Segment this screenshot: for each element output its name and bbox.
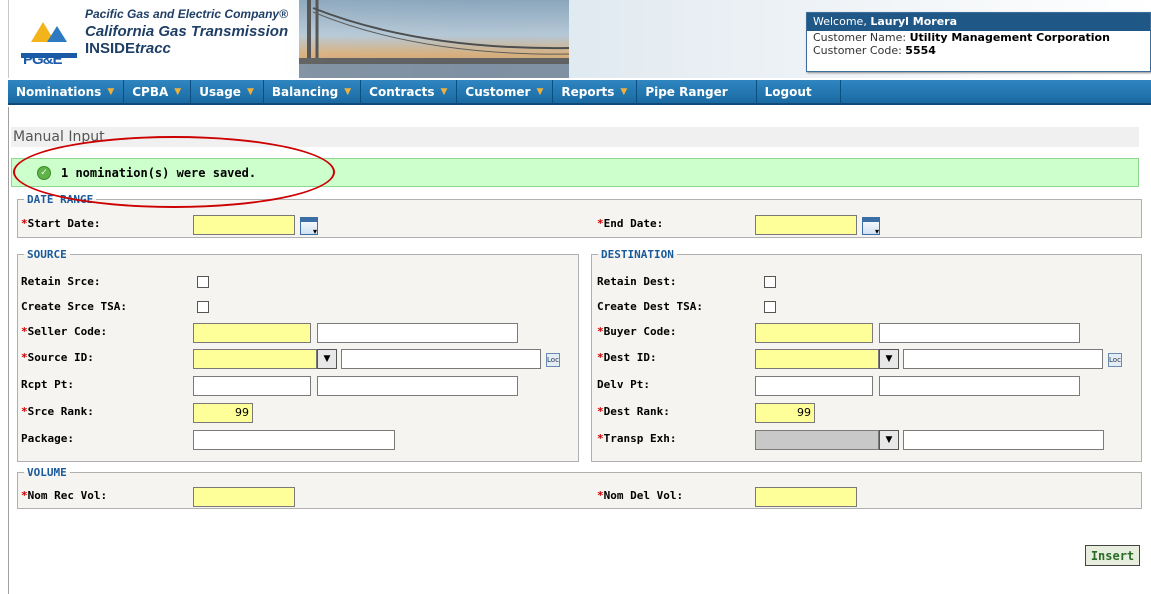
source-id-desc-input[interactable] <box>341 349 541 369</box>
source-legend: SOURCE <box>27 248 67 261</box>
start-date-label: *Start Date: <box>21 217 101 230</box>
page-title: Manual Input <box>11 127 1139 147</box>
create-srce-tsa-label: Create Srce TSA: <box>21 300 127 313</box>
chevron-down-icon: ▼ <box>344 87 352 97</box>
nav-nominations[interactable]: Nominations ▼ <box>8 80 125 105</box>
dest-rank-label: *Dest Rank: <box>597 405 670 418</box>
check-icon: ✓ <box>37 165 51 180</box>
rcpt-pt-desc-input[interactable] <box>317 376 518 396</box>
chevron-down-icon: ▼ <box>620 87 628 97</box>
chevron-down-icon: ▼ <box>536 87 544 97</box>
source-id-select[interactable] <box>193 349 317 369</box>
logo-text: PG&E <box>23 51 63 68</box>
end-date-label: *End Date: <box>597 217 664 230</box>
volume-section: VOLUME <box>17 466 1142 509</box>
division-name: California Gas Transmission <box>85 23 289 40</box>
transp-exh-desc-input[interactable] <box>903 430 1104 450</box>
nav-balancing[interactable]: Balancing ▼ <box>264 80 362 105</box>
customer-name-row: Customer Name: Utility Management Corpor… <box>813 31 1110 44</box>
dropdown-arrow-icon[interactable]: ▼ <box>879 349 899 369</box>
nom-del-vol-label: *Nom Del Vol: <box>597 489 684 502</box>
rcpt-pt-input[interactable] <box>193 376 311 396</box>
calendar-icon[interactable] <box>862 217 880 236</box>
volume-legend: VOLUME <box>27 466 67 479</box>
bridge-banner-image <box>299 0 569 78</box>
nav-customer[interactable]: Customer ▼ <box>457 80 554 105</box>
buyer-code-input[interactable] <box>755 323 873 343</box>
main-content: Manual Input ✓ 1 nomination(s) were save… <box>8 107 1151 594</box>
create-srce-tsa-checkbox[interactable] <box>197 301 209 313</box>
nav-contracts[interactable]: Contracts ▼ <box>361 80 458 105</box>
chevron-down-icon: ▼ <box>440 87 448 97</box>
delv-pt-label: Delv Pt: <box>597 378 650 391</box>
transp-exh-select[interactable] <box>755 430 879 450</box>
retain-dest-checkbox[interactable] <box>764 276 776 288</box>
dest-id-select[interactable] <box>755 349 879 369</box>
create-dest-tsa-checkbox[interactable] <box>764 301 776 313</box>
srce-rank-input[interactable]: 99 <box>193 403 253 423</box>
pge-logo: PG&E <box>21 20 77 68</box>
seller-code-input[interactable] <box>193 323 311 343</box>
rcpt-pt-label: Rcpt Pt: <box>21 378 74 391</box>
delv-pt-input[interactable] <box>755 376 873 396</box>
end-date-input[interactable] <box>755 215 857 235</box>
welcome-user: Welcome, Lauryl Morera <box>807 13 1150 31</box>
nav-pipe-ranger[interactable]: Pipe Ranger <box>637 80 757 105</box>
location-lookup-icon[interactable]: Loc <box>546 353 560 367</box>
dest-id-label: *Dest ID: <box>597 351 657 364</box>
success-message-text: 1 nomination(s) were saved. <box>61 165 257 180</box>
date-range-legend: DATE RANGE <box>27 193 94 206</box>
calendar-icon[interactable] <box>300 217 318 236</box>
chevron-down-icon: ▼ <box>107 87 115 97</box>
app-header: PG&E Pacific Gas and Electric Company® C… <box>8 0 1151 78</box>
nom-rec-vol-input[interactable] <box>193 487 295 507</box>
chevron-down-icon: ▼ <box>246 87 254 97</box>
company-name: Pacific Gas and Electric Company® <box>85 7 288 21</box>
buyer-name-input[interactable] <box>879 323 1080 343</box>
buyer-code-label: *Buyer Code: <box>597 325 677 338</box>
destination-legend: DESTINATION <box>601 248 674 261</box>
insert-button[interactable]: Insert <box>1085 545 1140 566</box>
success-message: ✓ 1 nomination(s) were saved. <box>11 158 1139 187</box>
nom-del-vol-input[interactable] <box>755 487 857 507</box>
customer-code-row: Customer Code: 5554 <box>813 44 936 57</box>
seller-name-input[interactable] <box>317 323 518 343</box>
package-label: Package: <box>21 432 74 445</box>
retain-dest-label: Retain Dest: <box>597 275 677 288</box>
nav-logout[interactable]: Logout <box>757 80 841 105</box>
nav-cpba[interactable]: CPBA ▼ <box>124 80 192 105</box>
create-dest-tsa-label: Create Dest TSA: <box>597 300 703 313</box>
date-range-section: DATE RANGE <box>17 193 1142 238</box>
dest-id-desc-input[interactable] <box>903 349 1103 369</box>
company-block: Pacific Gas and Electric Company® Califo… <box>85 6 288 57</box>
dropdown-arrow-icon[interactable]: ▼ <box>879 430 899 450</box>
dest-rank-input[interactable]: 99 <box>755 403 815 423</box>
start-date-input[interactable] <box>193 215 295 235</box>
nom-rec-vol-label: *Nom Rec Vol: <box>21 489 108 502</box>
retain-srce-label: Retain Srce: <box>21 275 101 288</box>
nav-reports[interactable]: Reports ▼ <box>553 80 638 105</box>
main-nav: Nominations ▼ CPBA ▼ Usage ▼ Balancing ▼ Con… <box>8 80 1151 105</box>
nav-usage[interactable]: Usage ▼ <box>191 80 264 105</box>
seller-code-label: *Seller Code: <box>21 325 108 338</box>
source-id-label: *Source ID: <box>21 351 94 364</box>
delv-pt-desc-input[interactable] <box>879 376 1080 396</box>
transp-exh-label: *Transp Exh: <box>597 432 677 445</box>
chevron-down-icon: ▼ <box>174 87 182 97</box>
location-lookup-icon[interactable]: Loc <box>1108 353 1122 367</box>
retain-srce-checkbox[interactable] <box>197 276 209 288</box>
dropdown-arrow-icon[interactable]: ▼ <box>317 349 337 369</box>
app-name: INSIDEtracc <box>85 40 171 57</box>
welcome-panel: Welcome, Lauryl Morera Customer Name: Ut… <box>806 12 1151 72</box>
package-input[interactable] <box>193 430 395 450</box>
srce-rank-label: *Srce Rank: <box>21 405 94 418</box>
